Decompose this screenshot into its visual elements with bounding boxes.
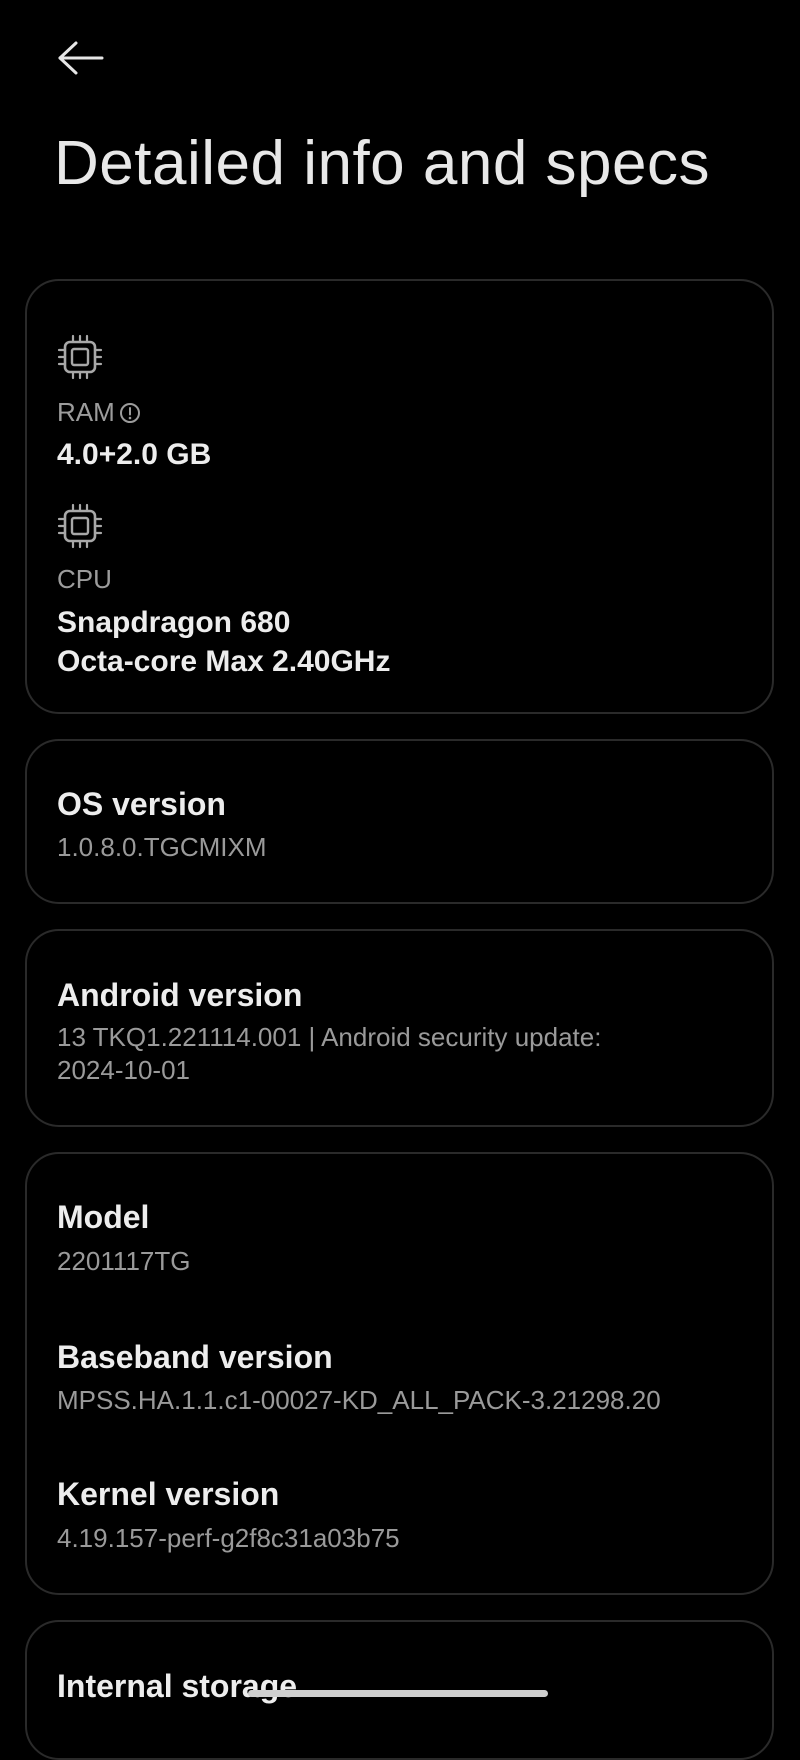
info-circle-icon[interactable] xyxy=(119,402,141,424)
os-version-value: 1.0.8.0.TGCMIXM xyxy=(57,832,267,862)
ram-chip-icon xyxy=(57,334,103,380)
cpu-value-line2: Octa-core Max 2.40GHz xyxy=(57,645,391,678)
android-version-value-line2: 2024-10-01 xyxy=(57,1055,190,1085)
home-gesture-bar[interactable] xyxy=(248,1690,548,1697)
baseband-title: Baseband version xyxy=(57,1339,333,1375)
kernel-title: Kernel version xyxy=(57,1476,280,1512)
model-value: 2201117TG xyxy=(57,1246,191,1276)
back-button[interactable] xyxy=(50,36,110,80)
cpu-chip-icon xyxy=(57,503,103,549)
ram-label-row: RAM xyxy=(57,397,141,428)
cpu-label: CPU xyxy=(57,564,112,594)
os-version-title: OS version xyxy=(57,786,226,822)
android-version-title: Android version xyxy=(57,977,303,1013)
ram-label: RAM xyxy=(57,397,115,427)
ram-value: 4.0+2.0 GB xyxy=(57,438,212,471)
kernel-value: 4.19.157-perf-g2f8c31a03b75 xyxy=(57,1523,400,1553)
page-title: Detailed info and specs xyxy=(54,129,711,198)
arrow-left-icon xyxy=(58,41,104,75)
model-title: Model xyxy=(57,1199,150,1235)
baseband-value: MPSS.HA.1.1.c1-00027-KD_ALL_PACK-3.21298… xyxy=(57,1385,661,1415)
cpu-value-line1: Snapdragon 680 xyxy=(57,606,291,639)
android-version-value-line1: 13 TKQ1.221114.001 | Android security up… xyxy=(57,1022,602,1052)
internal-storage-title: Internal storage xyxy=(57,1668,298,1704)
